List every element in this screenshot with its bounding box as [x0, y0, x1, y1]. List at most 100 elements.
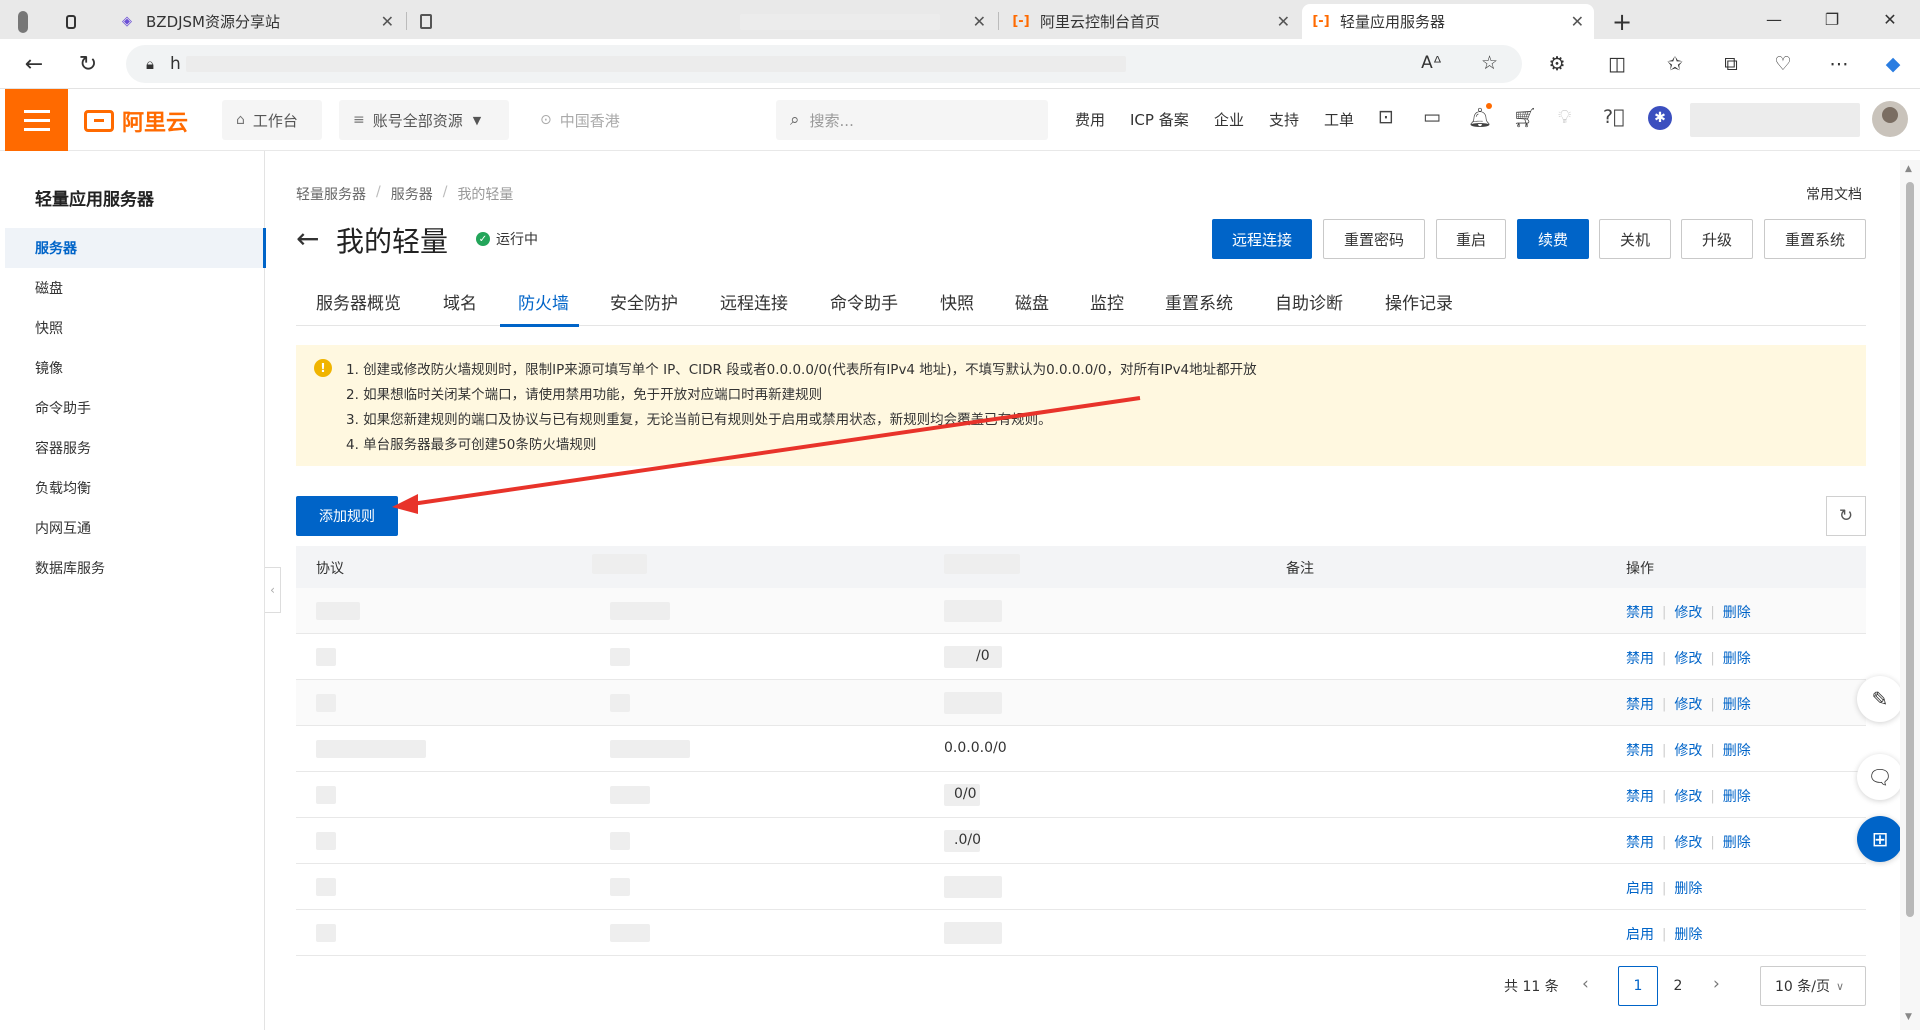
- split-screen-icon[interactable]: ◫: [1600, 47, 1634, 81]
- disable-link[interactable]: 禁用: [1626, 786, 1654, 806]
- browser-tab-blurred[interactable]: ✕: [410, 4, 996, 39]
- delete-link[interactable]: 删除: [1723, 740, 1751, 760]
- nav-link-icp[interactable]: ICP 备案: [1130, 109, 1189, 130]
- tab-snapshots[interactable]: 快照: [940, 289, 974, 326]
- minimize-button[interactable]: —: [1746, 0, 1802, 39]
- read-aloud-icon[interactable]: Aᐞ: [1421, 53, 1442, 73]
- add-rule-button[interactable]: 添加规则: [296, 496, 398, 536]
- collections-icon[interactable]: ⧉: [1714, 47, 1748, 81]
- scroll-down-icon[interactable]: ▼: [1905, 1012, 1912, 1022]
- lightbulb-icon[interactable]: 💡︎: [1558, 106, 1571, 128]
- browser-tab-bzdjsm[interactable]: ◈ BZDJSM资源分享站 ✕: [108, 4, 404, 39]
- sidebar-item-disks[interactable]: 磁盘: [5, 268, 265, 308]
- tab-monitoring[interactable]: 监控: [1090, 289, 1124, 326]
- delete-link[interactable]: 删除: [1723, 786, 1751, 806]
- account-scope-selector[interactable]: ≡ 账号全部资源 ▼: [339, 100, 509, 140]
- tab-firewall[interactable]: 防火墙: [500, 289, 579, 327]
- apps-float-button[interactable]: ⊞: [1857, 816, 1903, 862]
- edit-link[interactable]: 修改: [1674, 648, 1702, 668]
- assistant-icon[interactable]: ✱: [1648, 106, 1672, 130]
- sidebar-item-snapshots[interactable]: 快照: [5, 308, 265, 348]
- favorites-list-icon[interactable]: ✩: [1658, 47, 1692, 81]
- disable-link[interactable]: 禁用: [1626, 740, 1654, 760]
- tab-close-icon[interactable]: ✕: [381, 12, 394, 31]
- prev-page-button[interactable]: ‹: [1582, 974, 1589, 994]
- sidebar-item-database[interactable]: 数据库服务: [5, 548, 265, 588]
- avatar[interactable]: [1872, 101, 1908, 137]
- more-menu-icon[interactable]: ⋯: [1822, 47, 1856, 81]
- delete-link[interactable]: 删除: [1674, 878, 1702, 898]
- close-window-button[interactable]: ✕: [1862, 0, 1918, 39]
- remote-connect-button[interactable]: 远程连接: [1212, 219, 1312, 259]
- sidebar-item-servers[interactable]: 服务器: [5, 228, 266, 268]
- tab-close-icon[interactable]: ✕: [1571, 12, 1584, 31]
- common-docs-link[interactable]: 常用文档: [1806, 184, 1862, 204]
- scrollbar-thumb[interactable]: [1906, 182, 1914, 917]
- nav-link-enterprise[interactable]: 企业: [1214, 109, 1244, 130]
- enable-link[interactable]: 启用: [1626, 878, 1654, 898]
- tab-domain[interactable]: 域名: [443, 289, 477, 326]
- maximize-button[interactable]: ❐: [1804, 0, 1860, 39]
- terminal-icon[interactable]: ▭: [1423, 106, 1441, 128]
- browser-tab-lightweight-server[interactable]: [-] 轻量应用服务器 ✕: [1302, 4, 1594, 39]
- reset-system-button[interactable]: 重置系统: [1764, 219, 1866, 259]
- nav-link-billing[interactable]: 费用: [1075, 109, 1105, 130]
- browser-tab-aliyun-home[interactable]: [-] 阿里云控制台首页 ✕: [1002, 4, 1300, 39]
- back-arrow-icon[interactable]: ←: [296, 222, 319, 255]
- console-search-input[interactable]: ⌕ 搜索...: [776, 100, 1048, 140]
- tab-self-diagnosis[interactable]: 自助诊断: [1275, 289, 1343, 326]
- upgrade-button[interactable]: 升级: [1681, 219, 1753, 259]
- tab-security[interactable]: 安全防护: [610, 289, 678, 326]
- sidebar-item-load-balancer[interactable]: 负载均衡: [5, 468, 265, 508]
- browser-essentials-icon[interactable]: ♡: [1766, 47, 1800, 81]
- browser-profile-button[interactable]: [8, 4, 48, 39]
- hamburger-menu-button[interactable]: [5, 89, 68, 151]
- disable-link[interactable]: 禁用: [1626, 832, 1654, 852]
- reload-button[interactable]: ↻: [70, 47, 106, 81]
- tab-overview[interactable]: 服务器概览: [316, 289, 401, 326]
- cloud-shell-icon[interactable]: ⊡: [1378, 106, 1394, 128]
- refresh-button[interactable]: ↻: [1826, 496, 1866, 536]
- page-1-button[interactable]: 1: [1618, 966, 1658, 1006]
- new-tab-button[interactable]: +: [1602, 4, 1642, 39]
- delete-link[interactable]: 删除: [1723, 602, 1751, 622]
- delete-link[interactable]: 删除: [1723, 648, 1751, 668]
- bell-icon[interactable]: 🔔︎: [1468, 106, 1492, 129]
- tab-operation-log[interactable]: 操作记录: [1385, 289, 1453, 326]
- sidebar-item-intranet[interactable]: 内网互通: [5, 508, 265, 548]
- tab-disks[interactable]: 磁盘: [1015, 289, 1049, 326]
- nav-link-ticket[interactable]: 工单: [1324, 109, 1354, 130]
- tab-reset-system[interactable]: 重置系统: [1165, 289, 1233, 326]
- tab-remote-connect[interactable]: 远程连接: [720, 289, 788, 326]
- sidebar-item-images[interactable]: 镜像: [5, 348, 265, 388]
- tab-actions-button[interactable]: [56, 4, 96, 39]
- delete-link[interactable]: 删除: [1723, 832, 1751, 852]
- cart-icon[interactable]: 🛒︎: [1513, 106, 1537, 129]
- help-icon[interactable]: ?⃝: [1603, 106, 1625, 128]
- edit-link[interactable]: 修改: [1674, 694, 1702, 714]
- url-field[interactable]: 🔒︎ h Aᐞ ☆: [126, 45, 1522, 83]
- page-2-button[interactable]: 2: [1658, 966, 1698, 1006]
- disable-link[interactable]: 禁用: [1626, 602, 1654, 622]
- enable-link[interactable]: 启用: [1626, 924, 1654, 944]
- tab-close-icon[interactable]: ✕: [973, 12, 986, 31]
- favorite-star-icon[interactable]: ☆: [1481, 52, 1498, 74]
- delete-link[interactable]: 删除: [1723, 694, 1751, 714]
- aliyun-logo[interactable]: 阿里云: [84, 105, 188, 137]
- feedback-float-button[interactable]: 🗨︎: [1857, 754, 1903, 800]
- page-scrollbar[interactable]: ▲ ▼: [1900, 160, 1920, 1030]
- breadcrumb-item[interactable]: 轻量服务器: [296, 184, 366, 204]
- edit-link[interactable]: 修改: [1674, 786, 1702, 806]
- sidebar-item-container-service[interactable]: 容器服务: [5, 428, 265, 468]
- edit-link[interactable]: 修改: [1674, 832, 1702, 852]
- copilot-icon[interactable]: ◆: [1876, 47, 1910, 81]
- disable-link[interactable]: 禁用: [1626, 694, 1654, 714]
- nav-link-support[interactable]: 支持: [1269, 109, 1299, 130]
- tab-close-icon[interactable]: ✕: [1277, 12, 1290, 31]
- sidebar-item-command-assistant[interactable]: 命令助手: [5, 388, 265, 428]
- sidebar-collapse-button[interactable]: ‹: [265, 567, 281, 613]
- scroll-up-icon[interactable]: ▲: [1905, 164, 1912, 174]
- edit-link[interactable]: 修改: [1674, 602, 1702, 622]
- next-page-button[interactable]: ›: [1713, 974, 1720, 994]
- disable-link[interactable]: 禁用: [1626, 648, 1654, 668]
